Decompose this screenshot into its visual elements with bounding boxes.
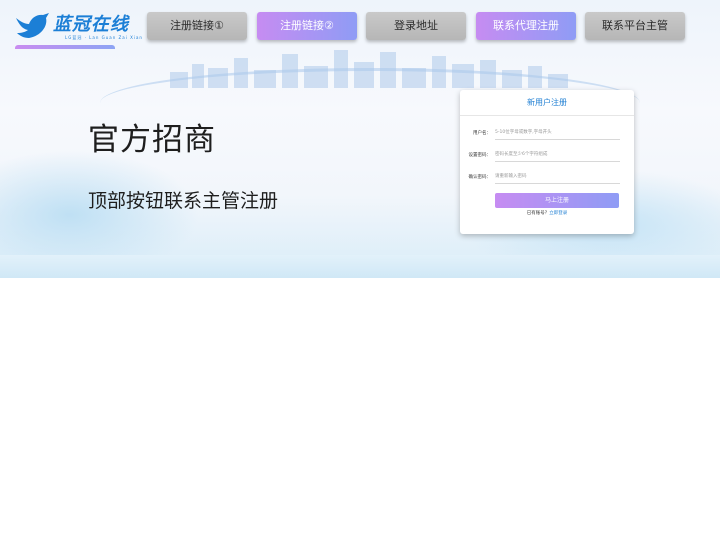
password-input[interactable]: 密码长度至少6个字符组成 [495, 148, 620, 162]
hero-title: 官方招商 [88, 122, 216, 158]
password-label: 设置密码： [468, 153, 492, 158]
hero-subtitle: 顶部按钮联系主管注册 [88, 190, 279, 212]
nav-contact-agent-button[interactable]: 联系代理注册 [476, 12, 576, 40]
logo-tagline: LG蓝冠 · Lan Guan Zai Xian [65, 35, 143, 40]
page: 蓝冠在线 LG蓝冠 · Lan Guan Zai Xian 注册链接① 注册链接… [0, 0, 720, 540]
site-logo[interactable]: 蓝冠在线 LG蓝冠 · Lan Guan Zai Xian [15, 10, 143, 46]
username-input[interactable]: 5-10位字母或数字,字母开头 [495, 126, 620, 140]
login-prompt-line: 已有账号？立即登录 [460, 210, 634, 216]
password-row: 设置密码： 密码长度至少6个字符组成 [460, 148, 634, 168]
nav-contact-manager-button[interactable]: 联系平台主管 [585, 12, 685, 40]
logo-underline [15, 45, 115, 49]
nav-register-link-1-button[interactable]: 注册链接① [147, 12, 247, 40]
bird-logo-icon [16, 13, 49, 38]
username-label: 用户名： [473, 131, 491, 136]
register-submit-button[interactable]: 马上注册 [495, 193, 619, 208]
logo-name: 蓝冠在线 [53, 14, 129, 35]
username-row: 用户名： 5-10位字母或数字,字母开头 [460, 126, 634, 146]
login-prompt-text: 已有账号？ [526, 211, 550, 216]
register-card-title: 新用户注册 [460, 90, 634, 116]
register-card: 新用户注册 用户名： 5-10位字母或数字,字母开头 设置密码： 密码长度至少6… [460, 90, 634, 234]
nav-login-address-button[interactable]: 登录地址 [366, 12, 466, 40]
hero-ground [0, 255, 720, 278]
confirm-password-input[interactable]: 请重新输入密码 [495, 170, 620, 184]
nav-register-link-2-button[interactable]: 注册链接② [257, 12, 357, 40]
login-link[interactable]: 立即登录 [549, 211, 567, 216]
confirm-password-label: 确认密码： [468, 175, 492, 180]
confirm-password-row: 确认密码： 请重新输入密码 [460, 170, 634, 190]
